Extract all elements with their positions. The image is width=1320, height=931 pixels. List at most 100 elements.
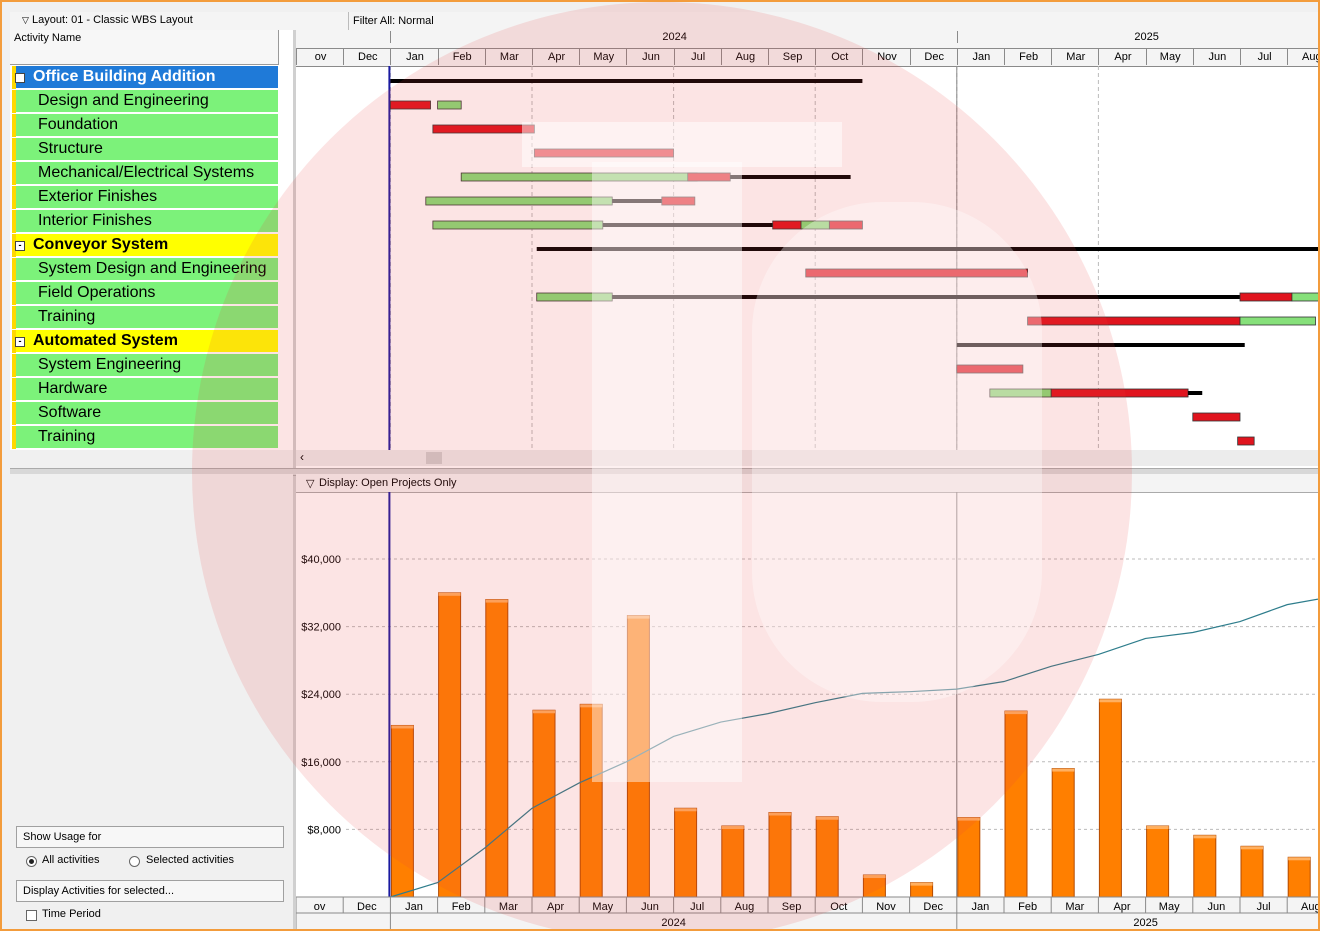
wbs-row[interactable]: - Conveyor System [12,234,278,257]
time-period-label[interactable]: Time Period [42,908,101,920]
activity-bar[interactable] [536,292,613,302]
activity-row[interactable]: Hardware [12,378,278,401]
column-header-activity-name[interactable]: Activity Name [10,30,279,65]
month-label: Aug [720,48,769,65]
critical-activity-bar[interactable] [687,172,731,182]
activity-row[interactable]: Training [12,306,278,329]
critical-activity-bar[interactable] [533,148,675,158]
histogram-header[interactable]: ▽ Display: Open Projects Only [296,474,1318,493]
month-label: Jul [673,48,722,65]
month-label: May [1159,901,1180,913]
critical-activity-bar[interactable] [1239,292,1293,302]
month-label: Jun [1192,48,1241,65]
month-label: Jun [626,48,675,65]
month-label: ov [296,48,345,65]
critical-activity-bar[interactable] [956,364,1024,374]
activity-name: Training [38,308,96,325]
month-label: Feb [1004,48,1053,65]
activity-row[interactable]: System Design and Engineering [12,258,278,281]
row-indicator [12,138,16,161]
row-indicator [12,162,16,185]
month-label: Dec [923,901,943,913]
all-activities-label[interactable]: All activities [42,854,99,866]
activity-row[interactable]: Field Operations [12,282,278,305]
activity-row[interactable]: Software [12,402,278,425]
month-label: Apr [1113,901,1130,913]
radio-all-activities[interactable] [26,856,37,867]
activity-name: Hardware [38,380,108,397]
activity-row[interactable]: Mechanical/Electrical Systems [12,162,278,185]
activity-bar[interactable] [425,196,613,206]
activity-bar[interactable] [437,100,462,110]
activity-row[interactable]: Training [12,426,278,449]
critical-activity-bar[interactable] [432,124,535,134]
month-label: Aug [1287,48,1318,65]
critical-activity-bar[interactable] [1027,316,1241,326]
activity-bar[interactable] [1239,316,1316,326]
critical-activity-bar[interactable] [805,268,1029,278]
activity-name: Software [38,404,102,421]
critical-activity-bar[interactable] [828,220,863,230]
cost-bar-highlight [391,725,414,729]
month-label: May [1145,48,1194,65]
activity-bar[interactable] [460,172,698,182]
time-period-checkbox[interactable] [26,910,37,921]
activity-row[interactable]: Interior Finishes [12,210,278,233]
critical-activity-bar[interactable] [1192,412,1241,422]
summary-bar[interactable] [390,79,863,83]
radio-selected-activities[interactable] [129,856,140,867]
y-tick-label: $16,000 [301,757,341,769]
month-label: Dec [909,48,958,65]
month-label: Jul [1257,901,1271,913]
activity-bar[interactable] [989,388,1052,398]
critical-activity-bar[interactable] [661,196,696,206]
summary-bar[interactable] [536,247,1320,251]
gantt-bars[interactable] [296,66,1320,470]
year-label: 2025 [1133,917,1157,929]
cost-bar [579,703,603,898]
activity-row[interactable]: System Engineering [12,354,278,377]
activity-name: Field Operations [38,284,156,301]
cost-bar [390,724,414,898]
critical-activity-bar[interactable] [1050,388,1189,398]
row-indicator [12,426,16,449]
activity-row[interactable]: Structure [12,138,278,161]
float-bar[interactable] [1188,391,1203,395]
wbs-row[interactable]: - Office Building Addition [12,66,278,89]
gantt-chart[interactable]: 2024 2025 ov Dec Jan Feb Mar Apr May Jun Jul Aug Sep… [296,30,1320,470]
float-bar[interactable] [612,295,1240,299]
critical-activity-bar[interactable] [390,100,431,110]
resource-histogram[interactable]: ▽ Display: Open Projects Only $8,000 $16,… [296,474,1318,929]
filter-label[interactable]: Filter All: Normal [348,12,434,30]
activity-bar[interactable] [1291,292,1320,302]
critical-activity-bar[interactable] [1237,436,1255,446]
scroll-left-icon[interactable]: ‹ [300,450,304,464]
cost-bar-highlight [1052,768,1075,772]
collapse-icon[interactable]: - [15,241,25,251]
month-label: Jul [1240,48,1289,65]
float-bar[interactable] [602,223,773,227]
wbs-row[interactable]: - Automated System [12,330,278,353]
collapse-icon[interactable]: - [15,337,25,347]
activity-name: Design and Engineering [38,92,209,109]
float-bar[interactable] [612,199,662,203]
activity-name: Mechanical/Electrical Systems [38,164,255,181]
month-label: Apr [1098,48,1147,65]
row-indicator [12,258,16,281]
scrollbar-thumb[interactable] [426,452,442,464]
gantt-horizontal-scrollbar[interactable]: ‹ [296,450,1318,466]
display-activities-button[interactable]: Display Activities for selected... [16,880,284,902]
month-label: Aug [735,901,755,913]
float-bar[interactable] [730,175,851,179]
summary-bar[interactable] [956,343,1245,347]
layout-label: Layout: 01 - Classic WBS Layout [31,14,193,26]
activity-row[interactable]: Exterior Finishes [12,186,278,209]
activity-bar[interactable] [432,220,604,230]
layout-dropdown[interactable]: ▽ Layout: 01 - Classic WBS Layout [22,14,193,26]
collapse-icon[interactable]: - [15,73,25,83]
activity-bar[interactable] [800,220,830,230]
critical-activity-bar[interactable] [772,220,802,230]
selected-activities-label[interactable]: Selected activities [146,854,234,866]
activity-row[interactable]: Design and Engineering [12,90,278,113]
activity-row[interactable]: Foundation [12,114,278,137]
